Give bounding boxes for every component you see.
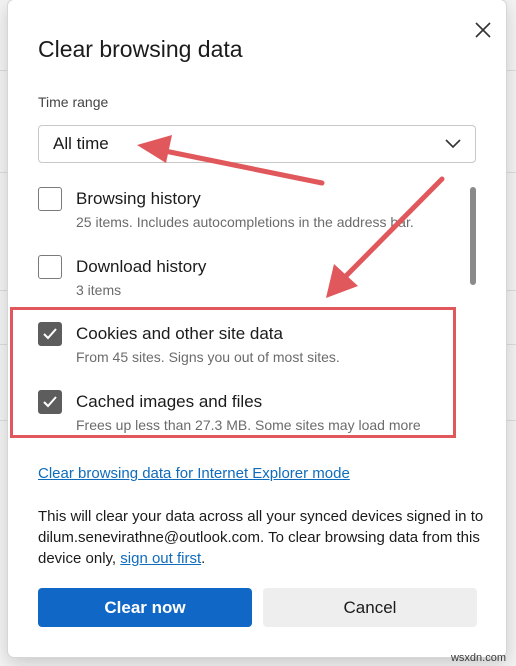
scrollbar-thumb[interactable] — [470, 187, 476, 285]
sync-end: . — [201, 550, 206, 567]
dialog-title: Clear browsing data — [38, 36, 243, 62]
sync-notice: This will clear your data across all you… — [38, 506, 488, 569]
sign-out-link[interactable]: sign out first — [120, 550, 201, 567]
highlight-box — [10, 307, 456, 438]
clear-now-button[interactable]: Clear now — [38, 588, 252, 627]
cancel-button[interactable]: Cancel — [263, 588, 477, 627]
item-title: Browsing history — [76, 189, 201, 208]
ie-mode-link[interactable]: Clear browsing data for Internet Explore… — [38, 465, 350, 482]
item-desc: 25 items. Includes autocompletions in th… — [76, 214, 414, 230]
time-range-label: Time range — [38, 94, 109, 110]
sync-text: This will clear your data across all you… — [38, 508, 484, 567]
item-desc: 3 items — [76, 282, 122, 298]
browsing-history-checkbox[interactable] — [38, 187, 62, 211]
item-title: Download history — [76, 257, 207, 276]
download-history-checkbox[interactable] — [38, 255, 62, 279]
chevron-down-icon — [445, 139, 461, 149]
close-button[interactable] — [470, 17, 496, 43]
watermark: wsxdn.com — [450, 652, 506, 664]
time-range-value: All time — [53, 134, 109, 153]
time-range-select[interactable]: All time — [38, 125, 476, 163]
close-icon — [475, 22, 491, 38]
